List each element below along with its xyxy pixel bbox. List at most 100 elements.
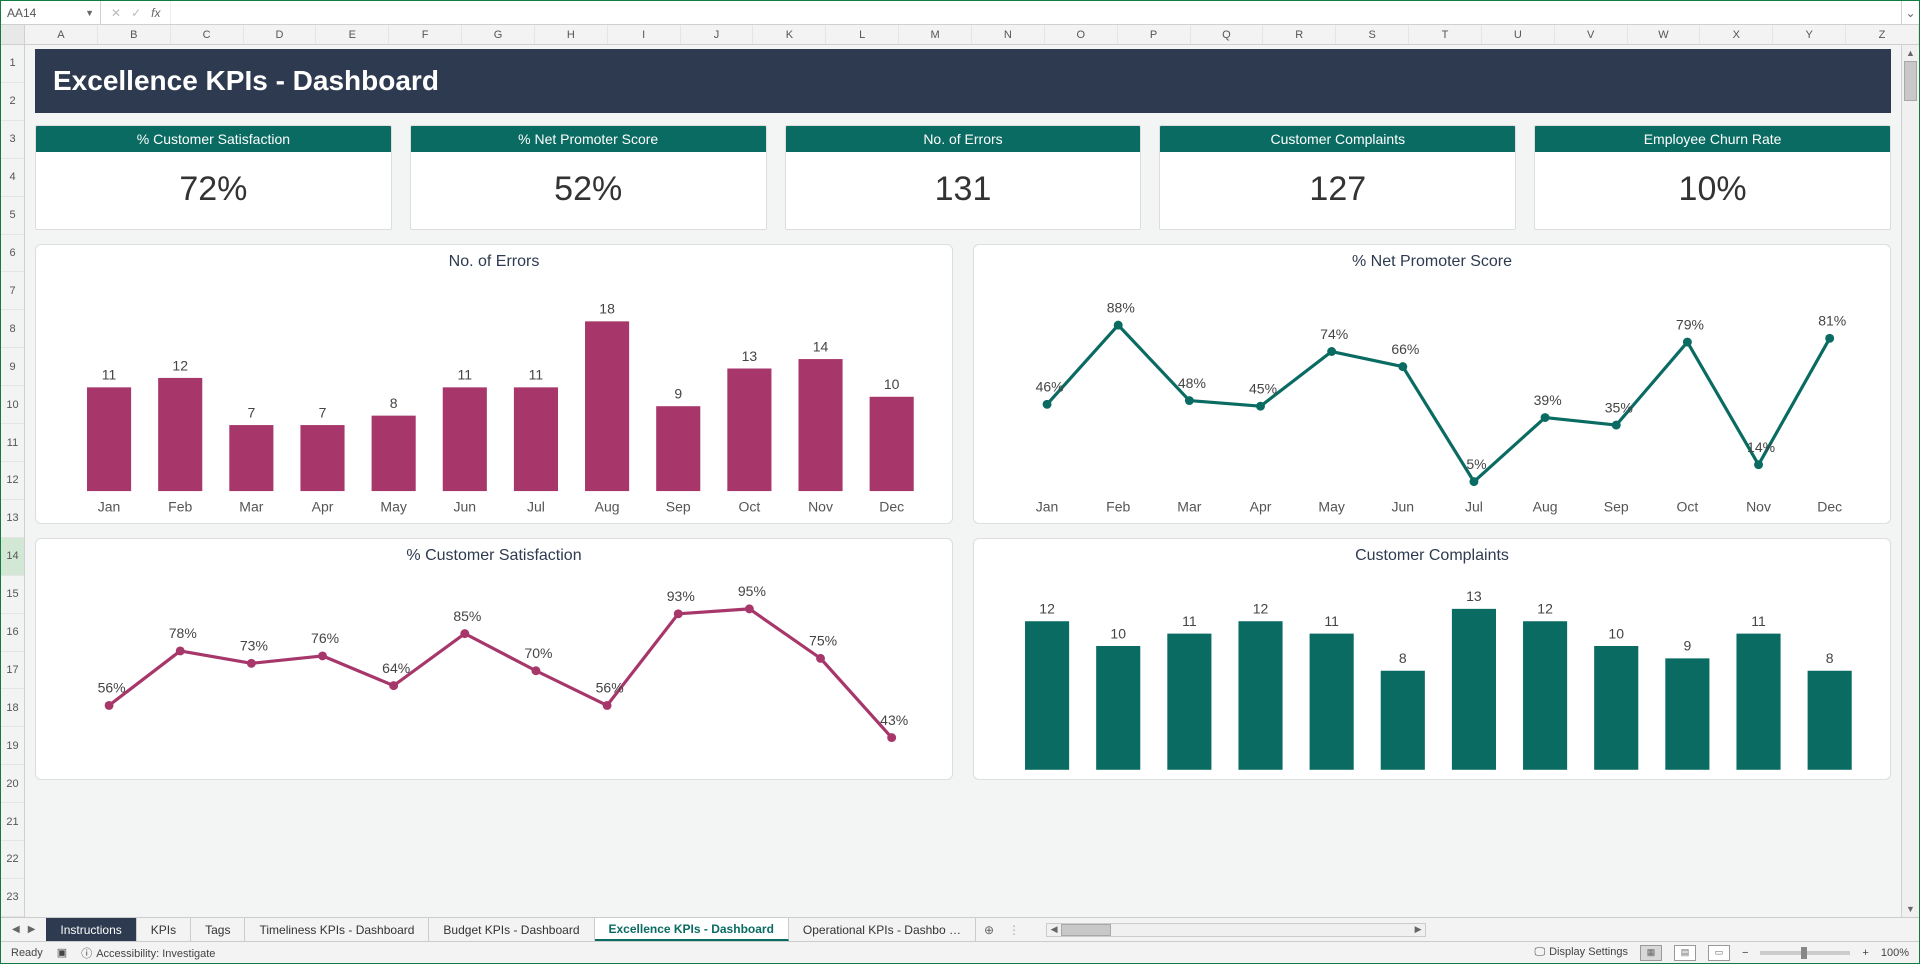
zoom-in-button[interactable]: +	[1862, 947, 1868, 959]
column-header[interactable]: X	[1700, 25, 1773, 44]
display-settings-button[interactable]: 🖵Display Settings	[1535, 946, 1628, 959]
column-header[interactable]: Q	[1191, 25, 1264, 44]
vertical-scrollbar[interactable]: ▲ ▼	[1901, 45, 1919, 917]
column-header[interactable]: A	[25, 25, 98, 44]
column-header[interactable]: W	[1628, 25, 1701, 44]
sheet-tab[interactable]: Budget KPIs - Dashboard	[429, 918, 594, 941]
horizontal-scrollbar[interactable]: ◀ ▶	[1026, 923, 1919, 937]
tab-nav-prev-icon[interactable]: ◀	[9, 924, 23, 935]
add-sheet-button[interactable]: ⊕	[976, 923, 1002, 937]
kpi-value: 10%	[1535, 152, 1890, 229]
svg-text:12: 12	[1537, 601, 1553, 617]
view-normal-button[interactable]: ▦	[1640, 945, 1662, 961]
column-header[interactable]: Y	[1773, 25, 1846, 44]
kpi-label: Employee Churn Rate	[1535, 126, 1890, 152]
row-header[interactable]: 11	[1, 424, 24, 462]
column-header[interactable]: B	[98, 25, 171, 44]
sheet-tab[interactable]: Operational KPIs - Dashbo …	[789, 918, 976, 941]
svg-text:14%: 14%	[1747, 439, 1775, 455]
scroll-up-icon[interactable]: ▲	[1902, 45, 1919, 61]
column-header[interactable]: K	[753, 25, 826, 44]
row-header[interactable]: 23	[1, 879, 24, 917]
view-page-layout-button[interactable]: ▤	[1674, 945, 1696, 961]
column-header[interactable]: S	[1336, 25, 1409, 44]
column-header[interactable]: G	[462, 25, 535, 44]
row-header[interactable]: 10	[1, 386, 24, 424]
scroll-down-icon[interactable]: ▼	[1902, 901, 1919, 917]
confirm-icon[interactable]: ✓	[131, 6, 141, 20]
zoom-level[interactable]: 100%	[1881, 947, 1909, 959]
column-header[interactable]: U	[1482, 25, 1555, 44]
column-header[interactable]: H	[535, 25, 608, 44]
row-header[interactable]: 17	[1, 652, 24, 690]
accessibility-status[interactable]: ⓘAccessibility: Investigate	[81, 945, 215, 961]
column-header[interactable]: E	[316, 25, 389, 44]
row-header[interactable]: 3	[1, 121, 24, 159]
row-header[interactable]: 4	[1, 159, 24, 197]
formula-input[interactable]	[171, 1, 1901, 24]
name-box[interactable]: AA14 ▼	[1, 1, 101, 24]
chart-nps[interactable]: % Net Promoter Score 46%88%48%45%74%66%5…	[973, 244, 1891, 524]
scroll-right-icon[interactable]: ▶	[1411, 924, 1425, 935]
scrollbar-thumb[interactable]	[1061, 924, 1111, 936]
column-header[interactable]: I	[608, 25, 681, 44]
zoom-out-button[interactable]: −	[1742, 947, 1748, 959]
sheet-tab[interactable]: Excellence KPIs - Dashboard	[595, 918, 789, 941]
column-header[interactable]: O	[1045, 25, 1118, 44]
sheet-tab[interactable]: Instructions	[46, 918, 136, 941]
column-header[interactable]: F	[389, 25, 462, 44]
sheet-tab[interactable]: Timeliness KPIs - Dashboard	[245, 918, 429, 941]
svg-text:7: 7	[319, 404, 327, 420]
column-header[interactable]: Z	[1846, 25, 1919, 44]
row-header[interactable]: 1	[1, 45, 24, 83]
row-header[interactable]: 21	[1, 803, 24, 841]
svg-text:35%: 35%	[1605, 399, 1633, 415]
row-header[interactable]: 19	[1, 727, 24, 765]
chart-complaints[interactable]: Customer Complaints 12101112118131210911…	[973, 538, 1891, 780]
svg-text:45%: 45%	[1249, 380, 1277, 396]
row-header[interactable]: 18	[1, 689, 24, 727]
sheet-tab[interactable]: KPIs	[137, 918, 191, 941]
scroll-left-icon[interactable]: ◀	[1047, 924, 1061, 935]
column-header[interactable]: P	[1118, 25, 1191, 44]
column-header[interactable]: M	[899, 25, 972, 44]
row-header[interactable]: 7	[1, 272, 24, 310]
column-header[interactable]: L	[826, 25, 899, 44]
row-header[interactable]: 15	[1, 576, 24, 614]
chevron-down-icon[interactable]: ▼	[85, 8, 94, 18]
svg-text:Apr: Apr	[1250, 498, 1272, 514]
formula-bar-expand-icon[interactable]: ⌄	[1901, 1, 1919, 24]
zoom-slider[interactable]	[1760, 951, 1850, 955]
row-header[interactable]: 9	[1, 348, 24, 386]
row-header[interactable]: 5	[1, 197, 24, 235]
column-header[interactable]: T	[1409, 25, 1482, 44]
macro-record-icon[interactable]: ▣	[57, 946, 67, 959]
row-header[interactable]: 22	[1, 841, 24, 879]
cancel-icon[interactable]: ✕	[111, 6, 121, 20]
row-header[interactable]: 2	[1, 83, 24, 121]
worksheet-content[interactable]: Excellence KPIs - Dashboard % Customer S…	[25, 45, 1901, 917]
view-page-break-button[interactable]: ▭	[1708, 945, 1730, 961]
kpi-cards-row: % Customer Satisfaction72%% Net Promoter…	[35, 125, 1891, 230]
row-header[interactable]: 16	[1, 614, 24, 652]
row-header[interactable]: 6	[1, 235, 24, 273]
column-header[interactable]: D	[244, 25, 317, 44]
scrollbar-thumb[interactable]	[1904, 61, 1917, 101]
chart-csat[interactable]: % Customer Satisfaction 56%78%73%76%64%8…	[35, 538, 953, 780]
row-header[interactable]: 8	[1, 310, 24, 348]
row-header[interactable]: 20	[1, 765, 24, 803]
tab-nav-next-icon[interactable]: ▶	[25, 924, 39, 935]
select-all-corner[interactable]	[1, 25, 25, 44]
column-header[interactable]: N	[972, 25, 1045, 44]
fx-icon[interactable]: fx	[151, 6, 160, 20]
svg-text:Jul: Jul	[527, 498, 545, 514]
chart-errors[interactable]: No. of Errors 11127781111189131410JanFeb…	[35, 244, 953, 524]
column-header[interactable]: J	[681, 25, 754, 44]
sheet-tab[interactable]: Tags	[191, 918, 245, 941]
column-header[interactable]: R	[1263, 25, 1336, 44]
column-header[interactable]: C	[171, 25, 244, 44]
row-header[interactable]: 14	[1, 538, 24, 576]
row-header[interactable]: 12	[1, 462, 24, 500]
column-header[interactable]: V	[1555, 25, 1628, 44]
row-header[interactable]: 13	[1, 500, 24, 538]
